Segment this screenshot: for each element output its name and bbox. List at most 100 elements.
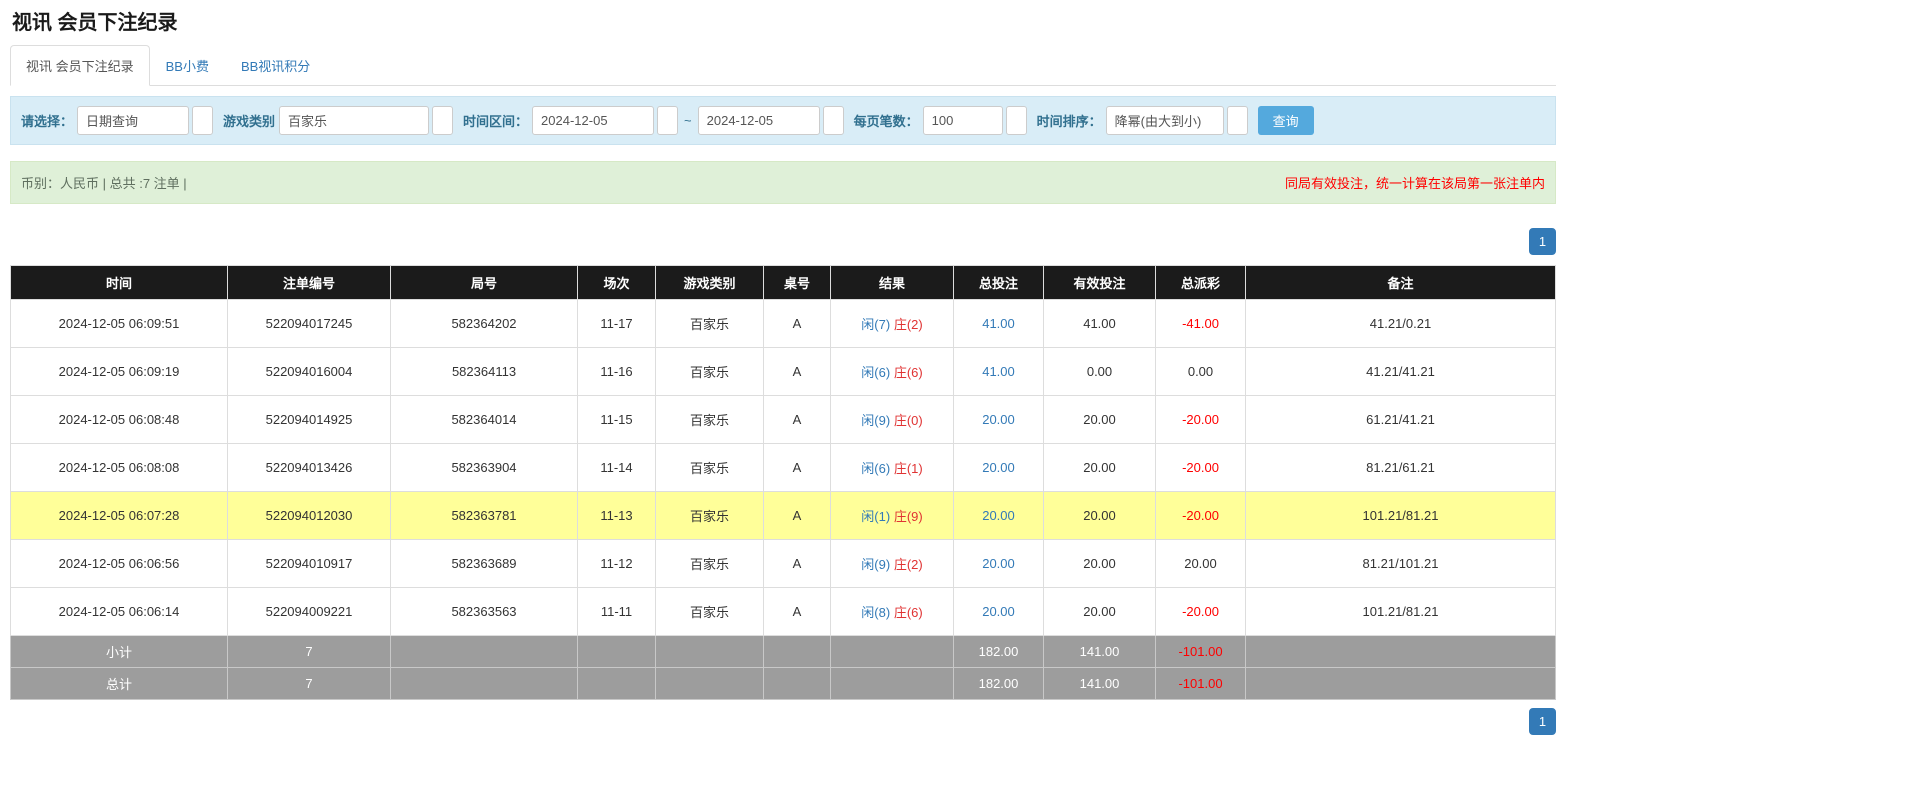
cell-game-type: 百家乐 (656, 588, 764, 636)
date-from-input[interactable] (532, 106, 654, 135)
cell-payout: -41.00 (1156, 300, 1246, 348)
cell-table-no: A (764, 444, 831, 492)
page-button-1-bottom[interactable]: 1 (1529, 708, 1556, 735)
page-title: 视讯 会员下注纪录 (12, 6, 1556, 35)
cell-bet-id: 522094013426 (228, 444, 391, 492)
cell-game-type: 百家乐 (656, 444, 764, 492)
cell-session: 11-12 (578, 540, 656, 588)
cell-valid-bet: 20.00 (1044, 588, 1156, 636)
summary-empty-cell (656, 636, 764, 668)
cell-bet-id: 522094009221 (228, 588, 391, 636)
summary-payout: -101.00 (1156, 636, 1246, 668)
cell-game-type: 百家乐 (656, 348, 764, 396)
cell-valid-bet: 20.00 (1044, 492, 1156, 540)
summary-empty-cell (578, 668, 656, 700)
table-row: 2024-12-05 06:07:28522094012030582363781… (11, 492, 1556, 540)
cell-result: 闲(9) 庄(0) (831, 396, 954, 444)
time-sort-dropdown[interactable] (1227, 106, 1248, 135)
summary-valid-bet: 141.00 (1044, 668, 1156, 700)
cell-total-bet-link[interactable]: 20.00 (954, 492, 1044, 540)
cell-table-no: A (764, 396, 831, 444)
cell-payout: -20.00 (1156, 492, 1246, 540)
query-type-dropdown[interactable] (192, 106, 213, 135)
date-from-picker[interactable] (657, 106, 678, 135)
cell-table-no: A (764, 492, 831, 540)
cell-bet-id: 522094012030 (228, 492, 391, 540)
table-footer: 小计7182.00141.00-101.00总计7182.00141.00-10… (11, 636, 1556, 700)
date-range-separator: ~ (684, 113, 692, 128)
column-header: 时间 (11, 266, 228, 300)
summary-count: 7 (228, 636, 391, 668)
result-player: 闲(8) (861, 605, 890, 620)
tab-betting-records[interactable]: 视讯 会员下注纪录 (10, 45, 150, 86)
cell-bet-id: 522094010917 (228, 540, 391, 588)
query-type-input[interactable] (77, 106, 189, 135)
table-row: 2024-12-05 06:08:08522094013426582363904… (11, 444, 1556, 492)
cell-session: 11-13 (578, 492, 656, 540)
cell-session: 11-14 (578, 444, 656, 492)
result-banker: 庄(6) (894, 605, 923, 620)
column-header: 备注 (1246, 266, 1556, 300)
betting-records-table: 时间注单编号局号场次游戏类别桌号结果总投注有效投注总派彩备注 2024-12-0… (10, 265, 1556, 700)
cell-total-bet-link[interactable]: 41.00 (954, 300, 1044, 348)
cell-total-bet-link[interactable]: 20.00 (954, 396, 1044, 444)
date-to-picker[interactable] (823, 106, 844, 135)
tab-bb-video-points[interactable]: BB视讯积分 (225, 45, 326, 86)
cell-payout: -20.00 (1156, 396, 1246, 444)
cell-valid-bet: 20.00 (1044, 444, 1156, 492)
column-header: 总投注 (954, 266, 1044, 300)
date-to-input[interactable] (698, 106, 820, 135)
cell-total-bet-link[interactable]: 20.00 (954, 540, 1044, 588)
table-body: 2024-12-05 06:09:51522094017245582364202… (11, 300, 1556, 636)
cell-total-bet-link[interactable]: 20.00 (954, 588, 1044, 636)
cell-valid-bet: 20.00 (1044, 540, 1156, 588)
column-header: 注单编号 (228, 266, 391, 300)
column-header: 场次 (578, 266, 656, 300)
cell-time: 2024-12-05 06:09:19 (11, 348, 228, 396)
cell-bet-id: 522094016004 (228, 348, 391, 396)
table-row: 2024-12-05 06:08:48522094014925582364014… (11, 396, 1556, 444)
page: 视讯 会员下注纪录 视讯 会员下注纪录 BB小费 BB视讯积分 请选择： 游戏类… (10, 0, 1556, 735)
cell-result: 闲(6) 庄(1) (831, 444, 954, 492)
result-banker: 庄(6) (894, 365, 923, 380)
search-button[interactable]: 查询 (1258, 106, 1314, 135)
cell-time: 2024-12-05 06:09:51 (11, 300, 228, 348)
cell-table-no: A (764, 540, 831, 588)
tab-bb-tip[interactable]: BB小费 (150, 45, 225, 86)
game-type-input[interactable] (279, 106, 429, 135)
cell-total-bet-link[interactable]: 41.00 (954, 348, 1044, 396)
cell-session: 11-15 (578, 396, 656, 444)
summary-total-bet: 182.00 (954, 668, 1044, 700)
summary-total-bet: 182.00 (954, 636, 1044, 668)
page-size-dropdown[interactable] (1006, 106, 1027, 135)
result-banker: 庄(9) (894, 509, 923, 524)
table-header-row: 时间注单编号局号场次游戏类别桌号结果总投注有效投注总派彩备注 (11, 266, 1556, 300)
summary-empty-cell (391, 668, 578, 700)
page-size-input[interactable] (923, 106, 1003, 135)
cell-bet-id: 522094017245 (228, 300, 391, 348)
summary-row: 小计7182.00141.00-101.00 (11, 636, 1556, 668)
summary-empty-cell (391, 636, 578, 668)
result-banker: 庄(2) (894, 557, 923, 572)
cell-note: 81.21/61.21 (1246, 444, 1556, 492)
column-header: 总派彩 (1156, 266, 1246, 300)
summary-bar: 币别：人民币 | 总共 :7 注单 | 同局有效投注，统一计算在该局第一张注单内 (10, 161, 1556, 204)
cell-result: 闲(7) 庄(2) (831, 300, 954, 348)
column-header: 有效投注 (1044, 266, 1156, 300)
table-row: 2024-12-05 06:06:14522094009221582363563… (11, 588, 1556, 636)
column-header: 游戏类别 (656, 266, 764, 300)
cell-bet-id: 522094014925 (228, 396, 391, 444)
cell-round-id: 582363904 (391, 444, 578, 492)
cell-round-id: 582363781 (391, 492, 578, 540)
game-type-dropdown[interactable] (432, 106, 453, 135)
currency-total-info: 币别：人民币 | 总共 :7 注单 | (21, 173, 187, 192)
column-header: 局号 (391, 266, 578, 300)
result-player: 闲(7) (861, 317, 890, 332)
summary-payout: -101.00 (1156, 668, 1246, 700)
cell-session: 11-16 (578, 348, 656, 396)
page-button-1-top[interactable]: 1 (1529, 228, 1556, 255)
cell-note: 41.21/41.21 (1246, 348, 1556, 396)
time-range-label: 时间区间： (463, 111, 528, 130)
cell-total-bet-link[interactable]: 20.00 (954, 444, 1044, 492)
time-sort-input[interactable] (1106, 106, 1224, 135)
